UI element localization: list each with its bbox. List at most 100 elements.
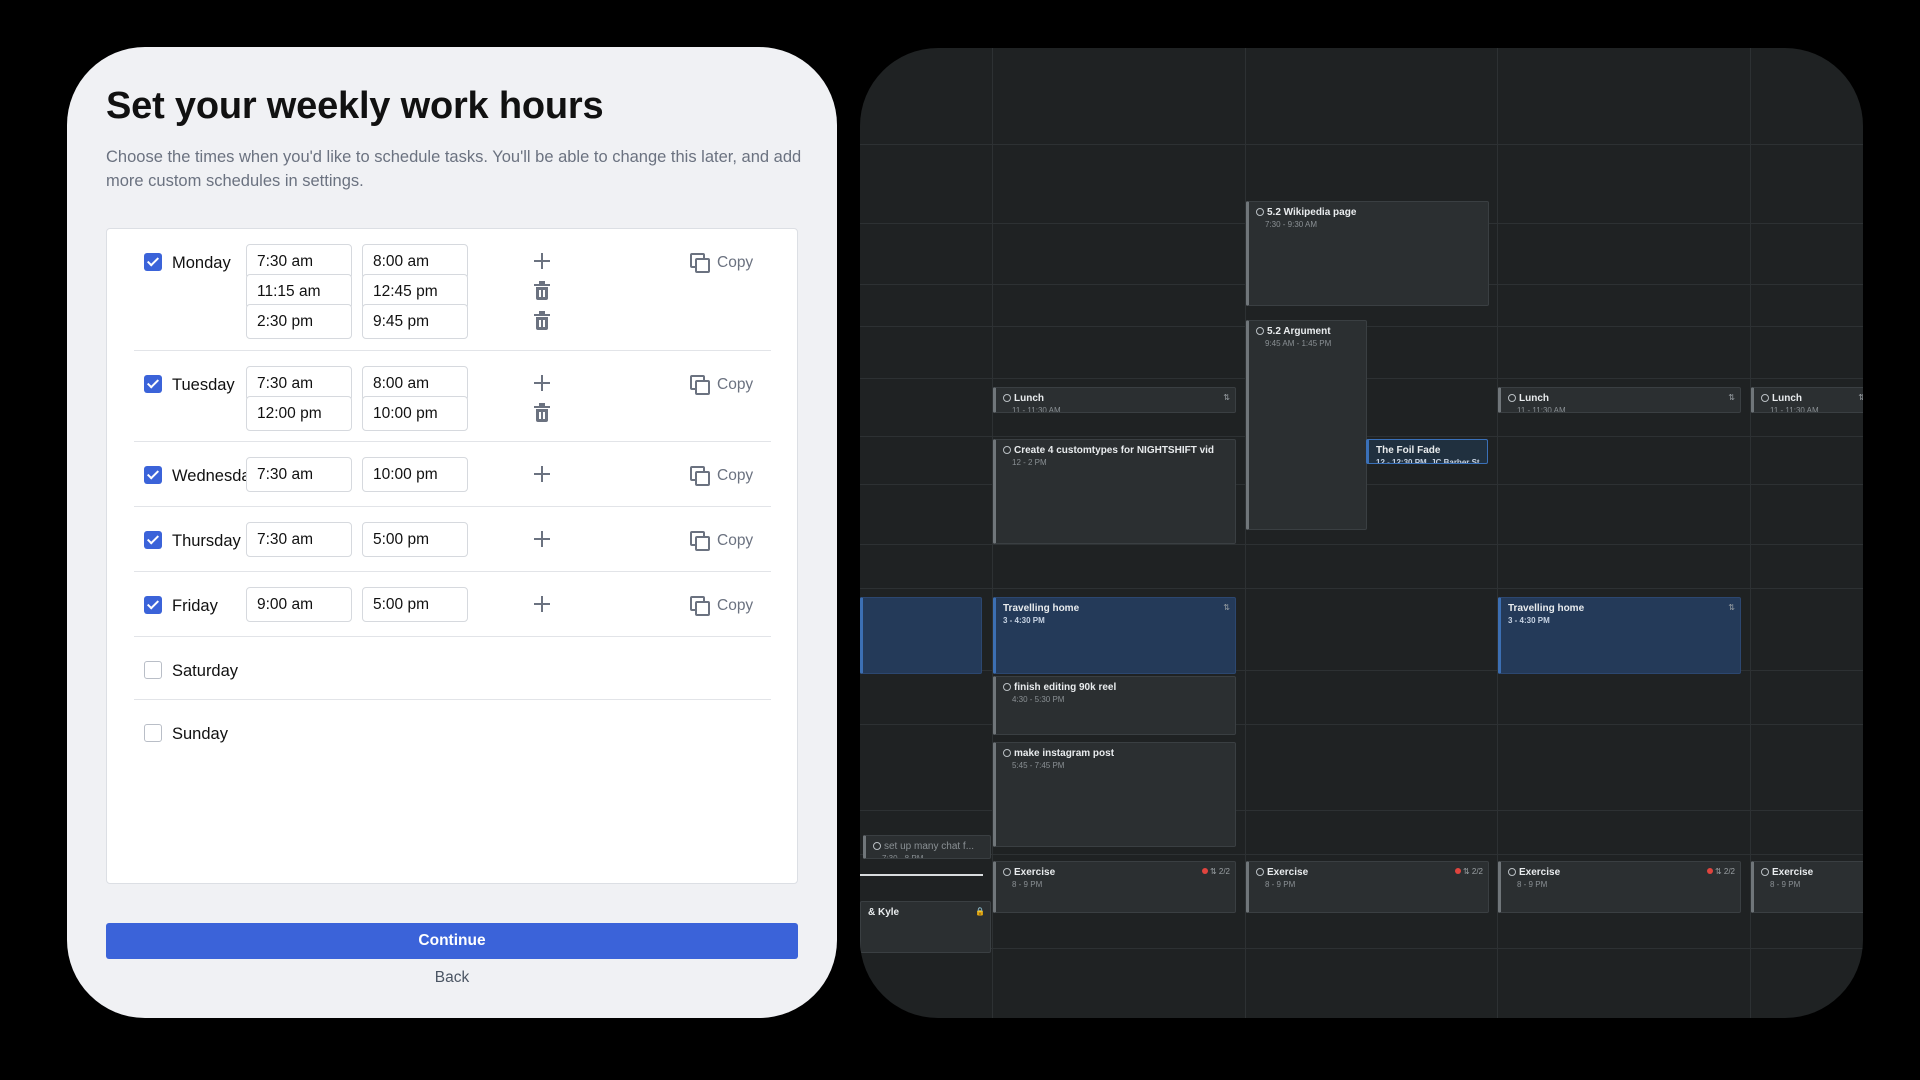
task-circle-icon[interactable] — [1256, 868, 1264, 876]
priority-dot-icon — [1706, 868, 1713, 874]
event-title-text: Exercise — [1519, 867, 1561, 878]
back-link[interactable]: Back — [67, 969, 837, 987]
task-circle-icon[interactable] — [1761, 868, 1769, 876]
event-title-text: Lunch — [1772, 393, 1802, 404]
event-title: finish editing 90k reel — [1003, 682, 1116, 693]
event-badge: 2/2 — [1723, 867, 1735, 876]
repeat-icon: ⇅ — [1714, 867, 1724, 876]
friday-checkbox[interactable] — [144, 596, 162, 614]
event-badge: 2/2 — [1471, 867, 1483, 876]
friday-start-time-1[interactable]: 9:00 am — [246, 587, 352, 622]
repeat-icon: ⇅ — [1223, 393, 1230, 402]
day-row-saturday: Saturday — [107, 652, 797, 688]
task-circle-icon[interactable] — [1003, 446, 1011, 454]
calendar-event[interactable]: Travelling home 3 - 4:30 PM ⇅ — [993, 597, 1236, 674]
event-badge: 2/2 — [1218, 867, 1230, 876]
calendar-event[interactable]: set up many chat f... 7:30 - 8 PM — [863, 835, 991, 859]
copy-label: Copy — [717, 254, 754, 271]
task-circle-icon[interactable] — [1003, 868, 1011, 876]
plus-icon[interactable] — [534, 531, 550, 547]
work-hours-panel: Set your weekly work hours Choose the ti… — [67, 47, 837, 1018]
calendar-event[interactable]: finish editing 90k reel 4:30 - 5:30 PM — [993, 676, 1236, 735]
event-status-icons: ⇅ 2/2 — [1454, 867, 1483, 876]
event-title: 5.2 Wikipedia page — [1256, 207, 1356, 218]
calendar-event[interactable]: Exercise 8 - 9 PM ⇅ 2/2 — [993, 861, 1236, 913]
event-title: Exercise — [1761, 867, 1813, 878]
event-title-text: Exercise — [1014, 867, 1056, 878]
thursday-start-time-1[interactable]: 7:30 am — [246, 522, 352, 557]
continue-button[interactable]: Continue — [106, 923, 798, 959]
thursday-checkbox[interactable] — [144, 531, 162, 549]
day-row-sunday: Sunday — [107, 715, 797, 751]
lock-icon: 🔒 — [975, 907, 985, 916]
calendar-event[interactable]: Exercise 8 - 9 PM — [1751, 861, 1863, 913]
saturday-checkbox[interactable] — [144, 661, 162, 679]
repeat-icon: ⇅ — [1223, 603, 1230, 612]
task-circle-icon[interactable] — [1508, 868, 1516, 876]
event-time: 8 - 9 PM — [1770, 880, 1801, 889]
calendar-event[interactable]: The Foil Fade 12 - 12:30 PM, JC Barber St — [1366, 439, 1488, 464]
thursday-end-time-1[interactable]: 5:00 pm — [362, 522, 468, 557]
calendar-event[interactable]: 5.2 Wikipedia page 7:30 - 9:30 AM — [1246, 201, 1489, 306]
monday-start-time-3[interactable]: 2:30 pm — [246, 304, 352, 339]
event-title-text: Lunch — [1014, 393, 1044, 404]
trash-icon[interactable] — [534, 311, 550, 330]
day-divider — [134, 699, 771, 700]
repeat-icon: ⇅ — [1209, 867, 1219, 876]
thursday-label: Thursday — [172, 532, 241, 550]
event-status-icons: ⇅ 2/2 — [1706, 867, 1735, 876]
day-divider — [134, 506, 771, 507]
event-title: set up many chat f... — [873, 841, 974, 852]
task-circle-icon[interactable] — [1508, 394, 1516, 402]
day-divider — [134, 350, 771, 351]
day-divider — [134, 571, 771, 572]
event-title: Lunch — [1508, 393, 1549, 404]
event-title-text: make instagram post — [1014, 748, 1115, 759]
plus-icon[interactable] — [534, 596, 550, 612]
task-circle-icon[interactable] — [1003, 749, 1011, 757]
calendar-event[interactable]: & Kyle 🔒 — [860, 901, 991, 953]
monday-end-time-3[interactable]: 9:45 pm — [362, 304, 468, 339]
day-divider — [134, 441, 771, 442]
calendar-event[interactable]: Lunch 11 - 11:30 AM ⇅ — [1751, 387, 1863, 413]
page-title: Set your weekly work hours — [106, 85, 604, 127]
monday-checkbox[interactable] — [144, 253, 162, 271]
plus-icon[interactable] — [534, 375, 550, 391]
sunday-checkbox[interactable] — [144, 724, 162, 742]
wednesday-checkbox[interactable] — [144, 466, 162, 484]
day-row-thursday: Thursday7:30 am-5:00 pmCopy — [107, 522, 797, 558]
calendar-event[interactable]: 5.2 Argument 9:45 AM - 1:45 PM — [1246, 320, 1367, 530]
event-time: 11 - 11:30 AM — [1770, 406, 1819, 413]
plus-icon[interactable] — [534, 253, 550, 269]
trash-icon[interactable] — [534, 403, 550, 422]
task-circle-icon[interactable] — [873, 842, 881, 850]
task-circle-icon[interactable] — [1761, 394, 1769, 402]
plus-icon[interactable] — [534, 466, 550, 482]
task-circle-icon[interactable] — [1003, 683, 1011, 691]
event-title: 5.2 Argument — [1256, 326, 1331, 337]
event-title-text: Travelling home — [1508, 603, 1585, 614]
tuesday-end-time-2[interactable]: 10:00 pm — [362, 396, 468, 431]
tuesday-checkbox[interactable] — [144, 375, 162, 393]
tuesday-start-time-2[interactable]: 12:00 pm — [246, 396, 352, 431]
friday-end-time-1[interactable]: 5:00 pm — [362, 587, 468, 622]
calendar-event[interactable]: make instagram post 5:45 - 7:45 PM — [993, 742, 1236, 847]
event-time: 11 - 11:30 AM — [1012, 406, 1061, 413]
event-title: & Kyle — [868, 907, 899, 918]
calendar-event[interactable]: Lunch 11 - 11:30 AM ⇅ — [1498, 387, 1741, 413]
calendar-preview: 5.2 Wikipedia page 7:30 - 9:30 AM 5.2 Argu… — [860, 48, 1863, 1018]
trash-icon[interactable] — [534, 281, 550, 300]
task-circle-icon[interactable] — [1256, 327, 1264, 335]
copy-icon — [690, 375, 710, 395]
calendar-event[interactable]: Travelling home 3 - 4:30 PM ⇅ — [1498, 597, 1741, 674]
wednesday-end-time-1[interactable]: 10:00 pm — [362, 457, 468, 492]
calendar-event[interactable] — [860, 597, 982, 674]
calendar-event[interactable]: Exercise 8 - 9 PM ⇅ 2/2 — [1246, 861, 1489, 913]
calendar-event[interactable]: Exercise 8 - 9 PM ⇅ 2/2 — [1498, 861, 1741, 913]
task-circle-icon[interactable] — [1003, 394, 1011, 402]
calendar-event[interactable]: Lunch 11 - 11:30 AM ⇅ — [993, 387, 1236, 413]
wednesday-start-time-1[interactable]: 7:30 am — [246, 457, 352, 492]
event-title-text: Exercise — [1267, 867, 1309, 878]
calendar-event[interactable]: Create 4 customtypes for NIGHTSHIFT vid 1… — [993, 439, 1236, 544]
task-circle-icon[interactable] — [1256, 208, 1264, 216]
